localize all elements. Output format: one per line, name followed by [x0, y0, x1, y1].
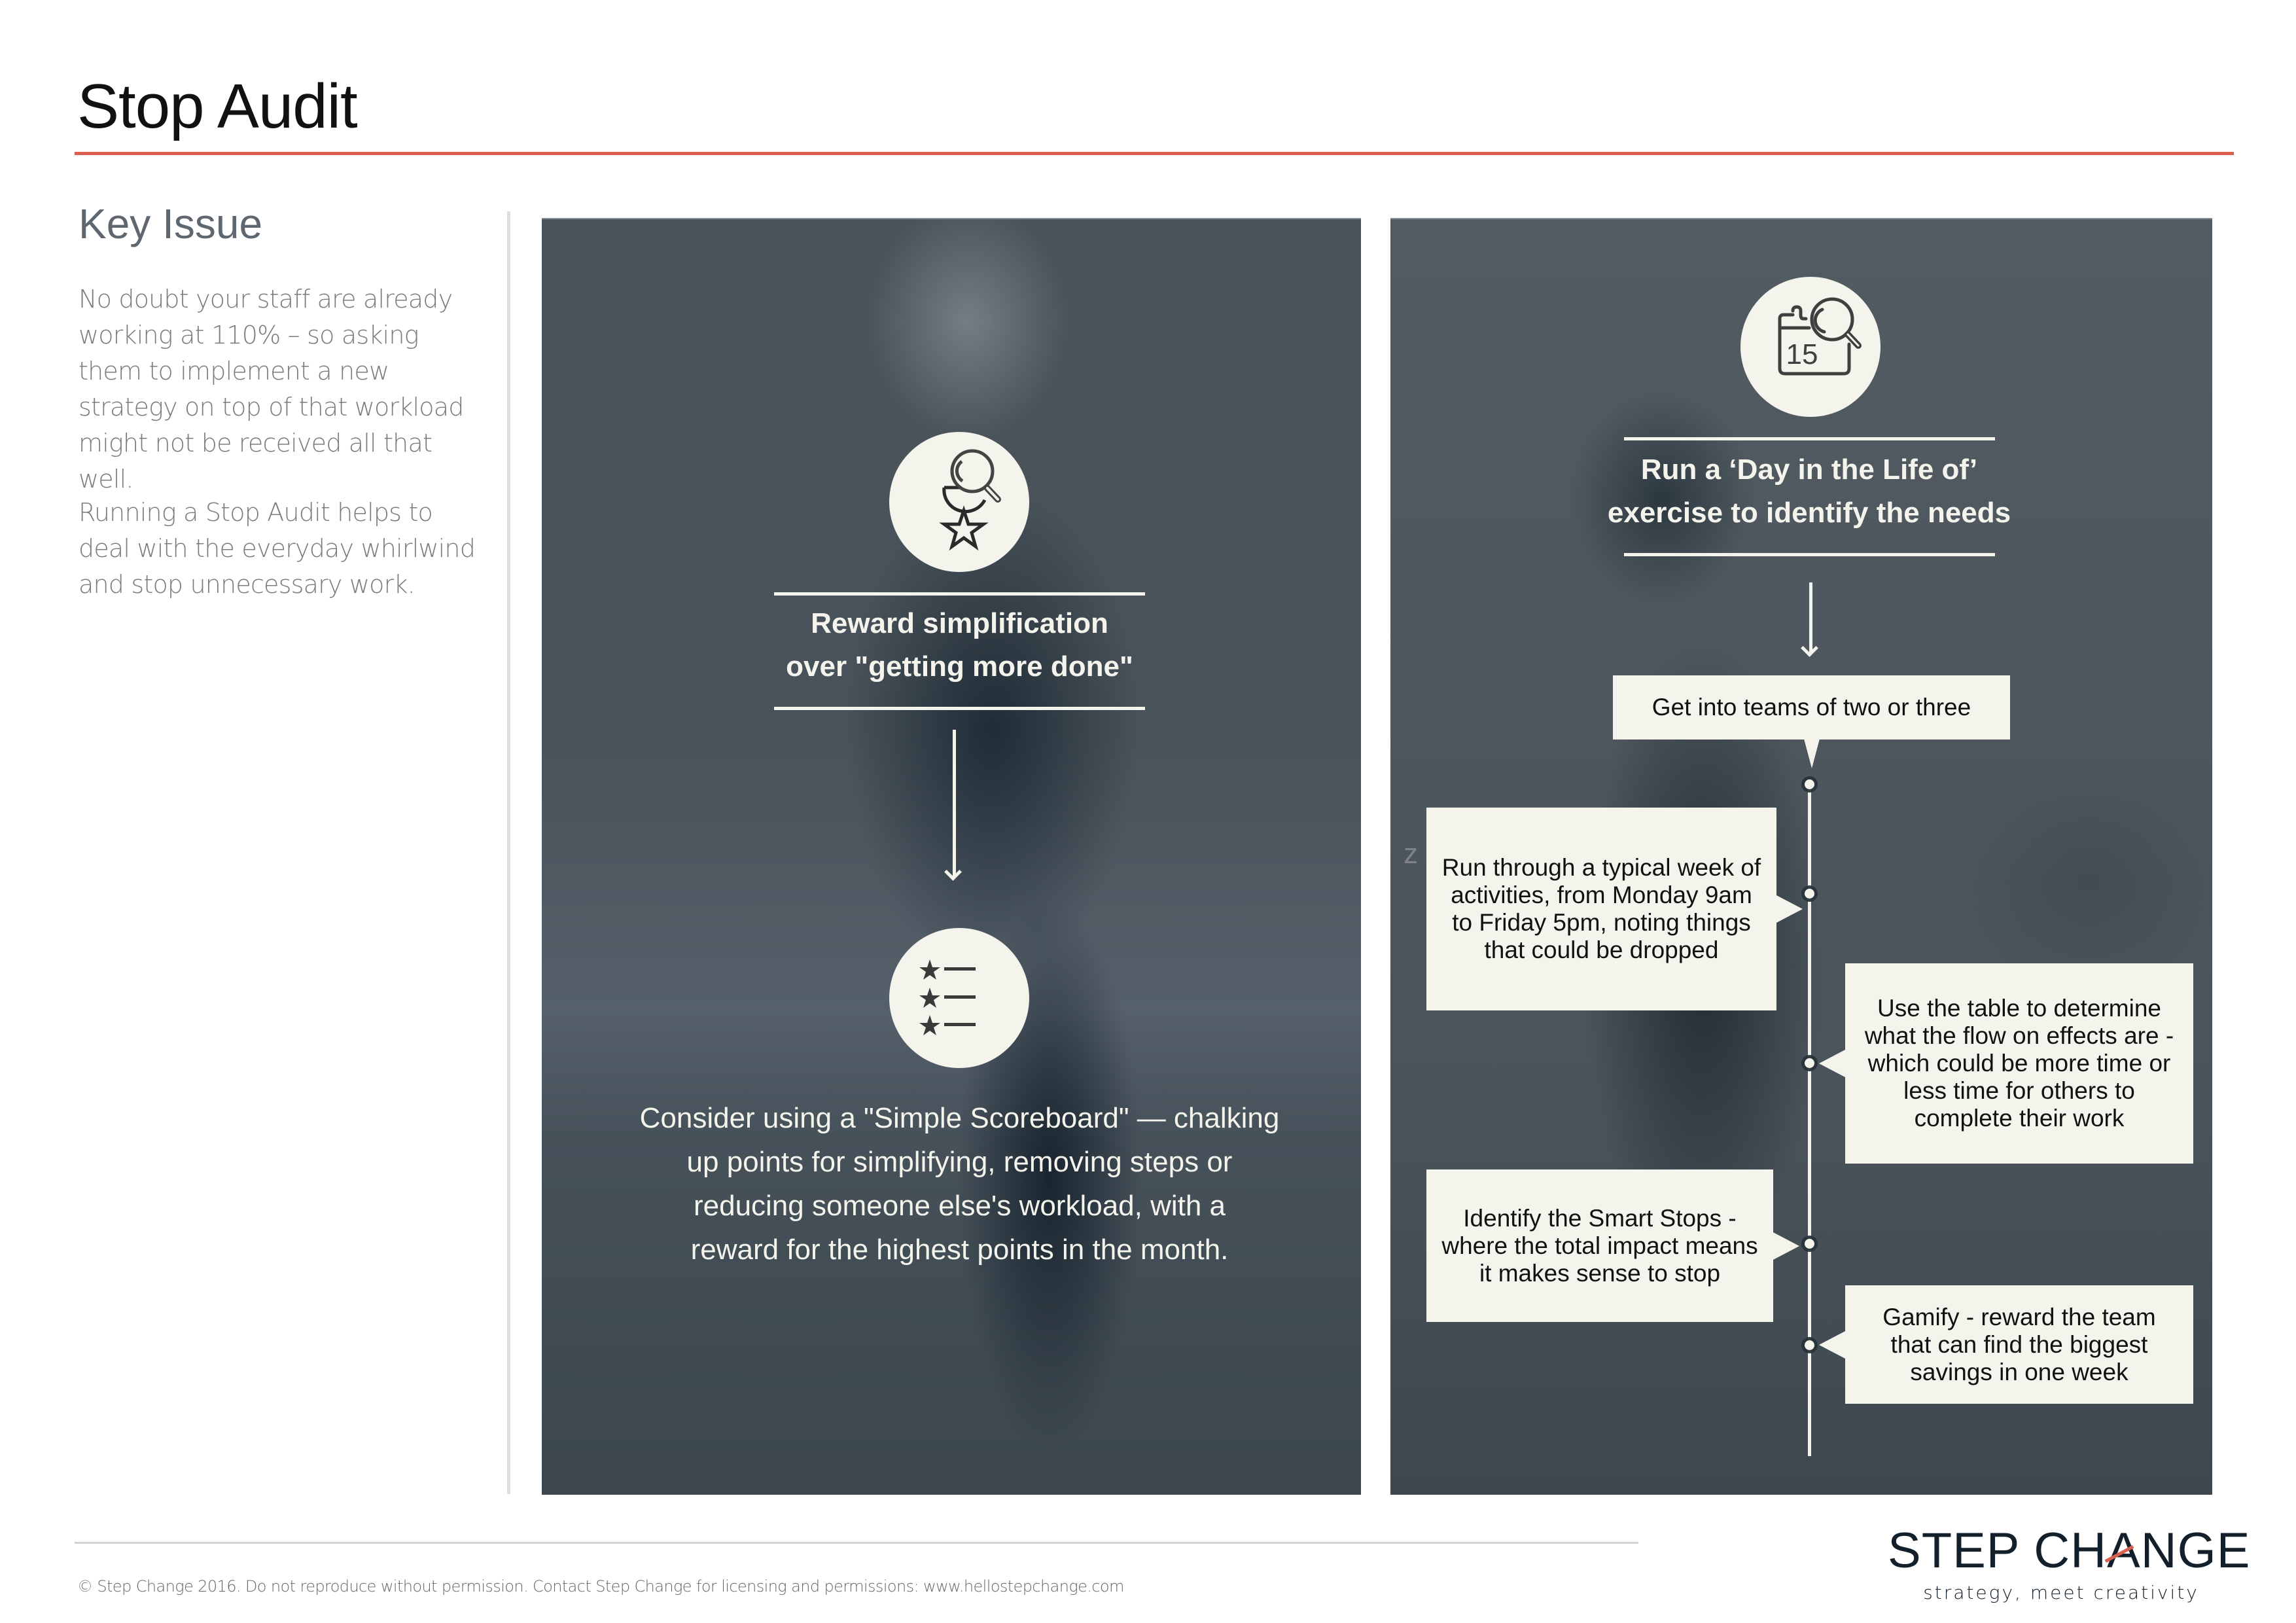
page-title: Stop Audit [77, 71, 358, 141]
logo-tagline: strategy, meet creativity [1923, 1582, 2199, 1603]
logo-wordmark-text: STEP CHANGE [1888, 1523, 2251, 1578]
calendar-day: 15 [1786, 338, 1818, 370]
step-change-logo: STEP CHANGE strategy, meet creativity [1888, 1522, 2250, 1603]
timeline-line [1808, 782, 1811, 1456]
reward-panel: Reward simplification over "getting more… [542, 218, 1361, 1495]
sidebar-paragraph-1: No doubt your staff are already working … [79, 285, 464, 493]
step-box-1: Run through a typical week of activities… [1426, 808, 1803, 1010]
logo-wordmark: STEP CHANGE [1888, 1522, 2250, 1580]
star-list-scoreboard-icon [889, 928, 1029, 1068]
skateboarder-background-photo [542, 219, 1361, 1495]
start-step-box: Get into teams of two or three [1613, 675, 2010, 768]
stray-glyph: z [1404, 838, 1418, 870]
panel-heading: Run a ‘Day in the Life of’ exercise to i… [1580, 448, 2038, 535]
down-arrow-icon [1809, 582, 1812, 653]
footer-rule [75, 1542, 1638, 1544]
reward-search-star-icon [889, 432, 1029, 572]
scoreboard-description: Consider using a "Simple Scoreboard" — c… [581, 1096, 1338, 1272]
step-box-4: Gamify - reward the team that can find t… [1819, 1285, 2193, 1404]
step-text: Gamify - reward the team that can find t… [1882, 1303, 2156, 1385]
title-underline [75, 152, 2234, 155]
panel-heading-line: exercise to identify the needs [1607, 497, 2011, 529]
panel-heading-line: over "getting more done" [786, 651, 1133, 683]
down-arrow-icon [953, 730, 956, 877]
sidebar-heading: Key Issue [79, 200, 263, 247]
timeline-dot [1805, 1340, 1814, 1350]
description-line: Consider using a "Simple Scoreboard" — c… [639, 1102, 1280, 1134]
heading-rule-bottom [1624, 553, 1995, 556]
heading-rule-top [1624, 437, 1995, 440]
timeline-dot [1805, 1058, 1814, 1068]
description-line: up points for simplifying, removing step… [686, 1146, 1233, 1178]
heading-rule-bottom [774, 707, 1145, 710]
column-divider [507, 211, 510, 1494]
step-text: Identify the Smart Stops - where the tot… [1441, 1204, 1758, 1287]
timeline-dot [1805, 889, 1814, 899]
step-box-3: Identify the Smart Stops - where the tot… [1426, 1169, 1799, 1322]
panel-heading-line: Run a ‘Day in the Life of’ [1640, 454, 1978, 486]
copyright-notice: © Step Change 2016. Do not reproduce wit… [77, 1577, 1124, 1596]
step-text: Use the table to determine what the flow… [1864, 995, 2174, 1132]
step-text: Run through a typical week of activities… [1441, 854, 1761, 963]
start-step-text: Get into teams of two or three [1651, 694, 1971, 721]
description-line: reward for the highest points in the mon… [690, 1234, 1229, 1266]
step-box-2: Use the table to determine what the flow… [1819, 963, 2193, 1164]
description-line: reducing someone else's workload, with a [693, 1190, 1226, 1222]
panel-heading-line: Reward simplification [811, 607, 1108, 639]
timeline-dot [1805, 1239, 1814, 1249]
heading-rule-top [774, 592, 1145, 596]
sidebar-paragraph-2: Running a Stop Audit helps to deal with … [79, 498, 476, 599]
timeline-dot [1805, 779, 1814, 789]
panel-heading: Reward simplification over "getting more… [738, 602, 1181, 688]
calendar-search-icon: 15 [1740, 277, 1881, 417]
